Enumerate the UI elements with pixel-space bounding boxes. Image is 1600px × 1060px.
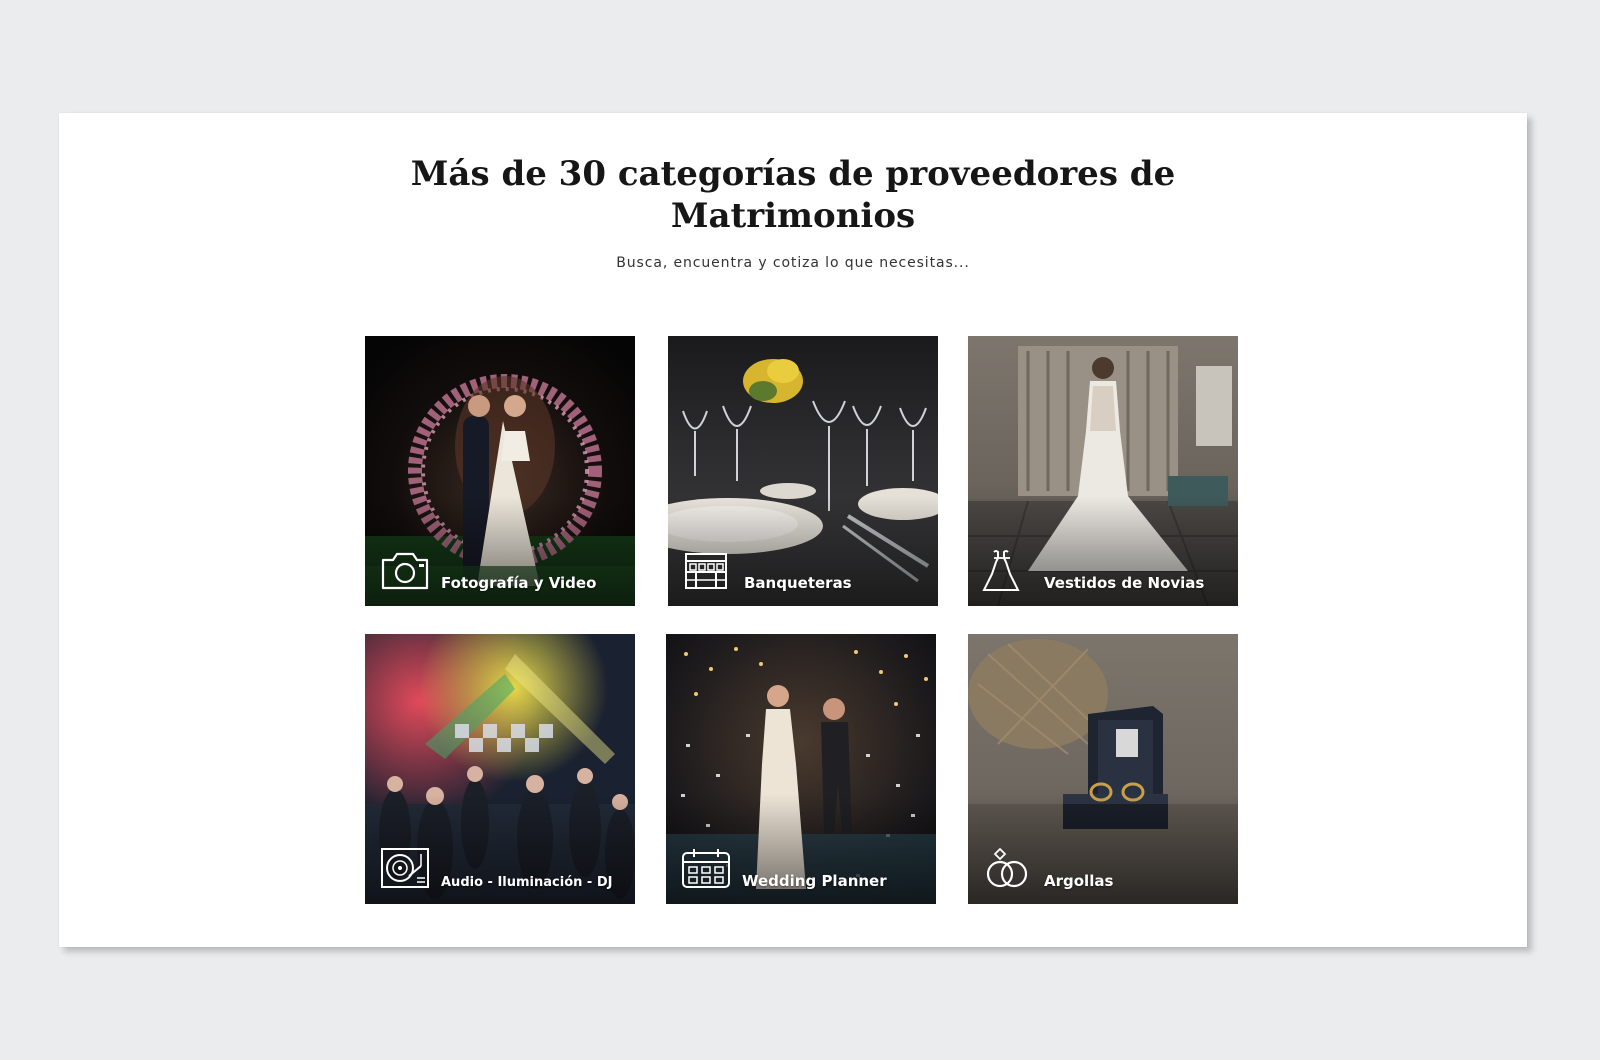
category-tile-vestidos-novias[interactable]: Vestidos de Novias [968,336,1238,606]
turntable-icon [381,848,429,888]
dress-icon [982,550,1020,591]
section-subtitle: Busca, encuentra y cotiza lo que necesit… [616,255,970,271]
categories-section: Más de 30 categorías de proveedores de M… [59,113,1527,947]
category-tile-wedding-planner[interactable]: Wedding Planner [666,634,936,904]
section-title-line-1: Más de 30 categorías de proveedores de [410,154,1176,194]
category-label: Vestidos de Novias [1044,574,1205,592]
wedding-rings-icon [986,847,1028,888]
category-label: Wedding Planner [742,872,887,890]
category-label: Audio - Iluminación - DJ [441,875,613,890]
category-tile-fotografia-video[interactable]: Fotografía y Video [365,336,635,606]
section-title: Más de 30 categorías de proveedores de M… [59,153,1527,237]
category-label: Fotografía y Video [441,574,597,592]
category-tile-argollas[interactable]: Argollas [968,634,1238,904]
category-label: Banqueteras [744,574,852,592]
category-tile-banqueteras[interactable]: Banqueteras [668,336,938,606]
camera-icon [381,552,429,590]
category-label: Argollas [1044,872,1114,890]
category-tile-audio-iluminacion-dj[interactable]: Audio - Iluminación - DJ [365,634,635,904]
catering-stand-icon [685,553,727,589]
section-title-line-2: Matrimonios [670,196,916,236]
planner-calendar-icon [682,849,730,888]
